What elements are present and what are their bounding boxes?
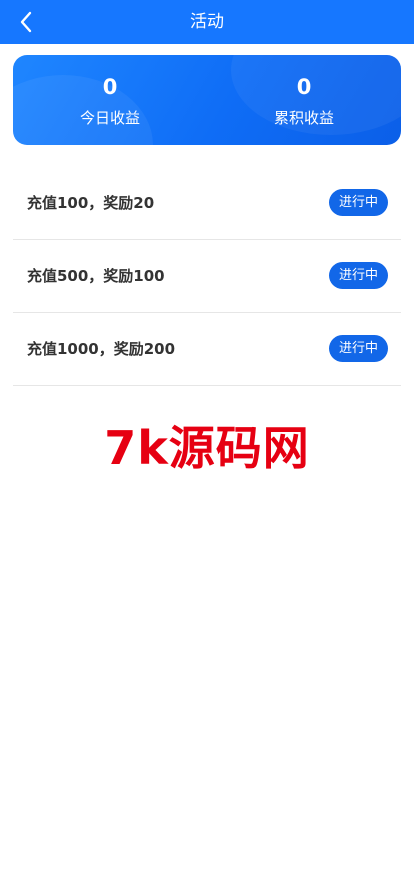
activity-status-button[interactable]: 进行中 xyxy=(328,262,388,289)
activity-title: 充值500，奖励100 xyxy=(27,267,165,285)
total-earnings-label: 累积收益 xyxy=(273,109,334,127)
page-title: 活动 xyxy=(190,12,224,32)
list-item: 充值500，奖励100 进行中 xyxy=(13,240,401,313)
total-earnings: 0 累积收益 xyxy=(207,73,401,129)
top-nav-bar: 活动 xyxy=(0,0,414,44)
today-earnings-value: 0 xyxy=(102,75,118,99)
today-earnings-label: 今日收益 xyxy=(79,109,140,127)
list-item: 充值100，奖励20 进行中 xyxy=(13,167,401,240)
list-item: 充值1000，奖励200 进行中 xyxy=(13,313,401,386)
activity-title: 充值1000，奖励200 xyxy=(27,340,176,358)
activity-status-button[interactable]: 进行中 xyxy=(328,335,388,362)
activity-status-button[interactable]: 进行中 xyxy=(328,189,388,216)
total-earnings-value: 0 xyxy=(296,75,312,99)
today-earnings: 0 今日收益 xyxy=(13,73,207,129)
activity-list: 充值100，奖励20 进行中 充值500，奖励100 进行中 充值1000，奖励… xyxy=(13,167,401,386)
earnings-summary-card: 0 今日收益 0 累积收益 xyxy=(13,55,401,145)
activity-title: 充值100，奖励20 xyxy=(27,194,155,212)
watermark-logo: 7k源码网 xyxy=(104,421,310,475)
